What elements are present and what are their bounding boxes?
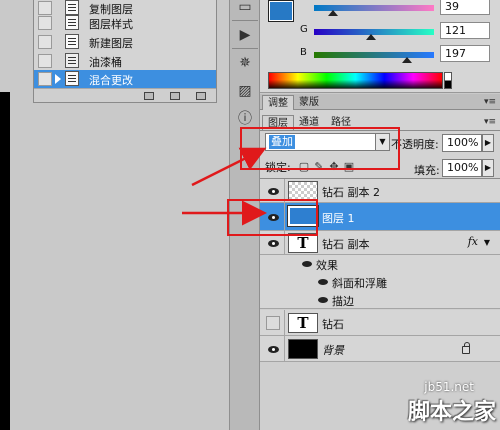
create-snapshot-icon[interactable] [170, 92, 180, 100]
history-item-label: 混合更改 [89, 74, 133, 87]
history-state-icon [65, 0, 79, 15]
document-canvas-edge [0, 92, 10, 430]
fill-slider-arrow-icon[interactable]: ▶ [482, 159, 494, 177]
image-icon[interactable]: ▨ [233, 80, 257, 102]
tab-adjustments[interactable]: 调整 [262, 95, 294, 110]
history-item[interactable]: 新建图层 [34, 33, 216, 51]
layer-name: 钻石 副本 2 [322, 186, 380, 199]
tab-masks[interactable]: 蒙版 [294, 95, 324, 110]
channel-thumb-r[interactable] [328, 10, 338, 16]
channel-thumb-b[interactable] [402, 57, 412, 63]
history-state-icon [65, 34, 79, 49]
history-snapshot-checkbox[interactable] [38, 72, 52, 86]
trash-icon[interactable] [196, 92, 206, 100]
effect-item[interactable]: 描边 [260, 291, 500, 309]
chevron-down-icon[interactable]: ▼ [484, 238, 490, 247]
channel-label: B [300, 47, 307, 58]
annotation-box-blend-mode [240, 127, 400, 170]
history-panel: 复制图层 图层样式 新建图层 油漆桶 混合更改 [33, 0, 217, 103]
effect-item-label: 描边 [332, 295, 354, 308]
panel-menu-icon[interactable]: ▾≡ [484, 117, 496, 127]
history-item-label: 油漆桶 [89, 56, 122, 69]
black-white-swatch[interactable] [444, 72, 452, 89]
effect-item[interactable]: 斜面和浮雕 [260, 273, 500, 291]
history-state-icon [65, 15, 79, 30]
text-layer-thumbnail: T [288, 313, 318, 333]
history-item[interactable]: 油漆桶 [34, 52, 216, 70]
history-footer [34, 88, 216, 102]
color-panel: 39 G 121 B 197 [260, 0, 500, 93]
info-icon[interactable]: ⓘ [233, 107, 257, 129]
lock-icon [462, 342, 470, 354]
color-channel-g: G 121 [300, 22, 500, 40]
eye-icon[interactable] [264, 182, 282, 200]
history-snapshot-checkbox[interactable] [38, 16, 52, 30]
watermark-site-name: 脚本之家 [407, 400, 496, 425]
dock-divider [232, 20, 258, 21]
text-layer-thumbnail: T [288, 233, 318, 253]
layer-effects-icon[interactable]: fx [468, 235, 478, 248]
watermark-url: jb51.net [424, 380, 474, 394]
panel-menu-icon[interactable]: ▾≡ [484, 97, 496, 107]
effects-row[interactable]: 效果 [260, 255, 500, 273]
color-channel-b: B 197 [300, 45, 500, 63]
panel-toggle-icon[interactable]: ▭ [233, 0, 257, 18]
paint-bucket-icon [65, 53, 79, 68]
channel-value-r[interactable]: 39 [440, 0, 490, 15]
eye-icon[interactable] [318, 297, 328, 303]
dock-divider [232, 48, 258, 49]
effect-item-label: 斜面和浮雕 [332, 277, 387, 290]
channel-value-g[interactable]: 121 [440, 22, 490, 39]
history-item-selected[interactable]: 混合更改 [34, 70, 216, 88]
layer-row-background[interactable]: 背景 [260, 336, 500, 362]
eye-icon[interactable] [264, 234, 282, 252]
foreground-color-swatch[interactable] [268, 0, 294, 22]
history-state-icon [65, 71, 79, 86]
channel-label: G [300, 24, 308, 35]
eye-icon[interactable] [302, 261, 312, 267]
history-item-label: 图层样式 [89, 18, 133, 31]
opacity-input[interactable]: 100% [442, 134, 482, 152]
channel-thumb-g[interactable] [366, 34, 376, 40]
navigator-icon[interactable]: ✵ [233, 52, 257, 74]
layer-name: 钻石 副本 [322, 238, 370, 251]
effects-label: 效果 [316, 259, 338, 272]
color-channel-r: 39 [300, 0, 500, 16]
channel-slider-b[interactable] [314, 52, 434, 58]
color-spectrum-bar[interactable] [268, 72, 443, 89]
history-snapshot-checkbox[interactable] [38, 54, 52, 68]
fill-input[interactable]: 100% [442, 159, 482, 177]
visibility-toggle-off[interactable] [264, 314, 282, 332]
layer-name: 图层 1 [322, 212, 355, 225]
new-document-from-state-icon[interactable] [144, 92, 154, 100]
eye-icon[interactable] [264, 340, 282, 358]
history-snapshot-checkbox[interactable] [38, 1, 52, 15]
history-item-label: 新建图层 [89, 37, 133, 50]
history-state-marker-icon [55, 74, 61, 84]
layer-thumbnail [288, 181, 318, 201]
eye-icon[interactable] [318, 279, 328, 285]
channel-value-b[interactable]: 197 [440, 45, 490, 62]
history-snapshot-checkbox[interactable] [38, 35, 52, 49]
layer-name: 钻石 [322, 318, 344, 331]
actions-play-icon[interactable]: ▶ [233, 24, 257, 46]
layer-name: 背景 [322, 344, 344, 357]
opacity-slider-arrow-icon[interactable]: ▶ [482, 134, 494, 152]
watermark: jb51.net 脚本之家 [378, 380, 496, 428]
layer-thumbnail [288, 339, 318, 359]
annotation-box-layer [227, 199, 318, 236]
fill-label: 填充: [414, 164, 440, 177]
adjustments-tab-bar: 调整 蒙版 ▾≡ [260, 94, 500, 110]
history-item[interactable]: 图层样式 [34, 14, 216, 32]
layer-row[interactable]: T 钻石 [260, 310, 500, 336]
